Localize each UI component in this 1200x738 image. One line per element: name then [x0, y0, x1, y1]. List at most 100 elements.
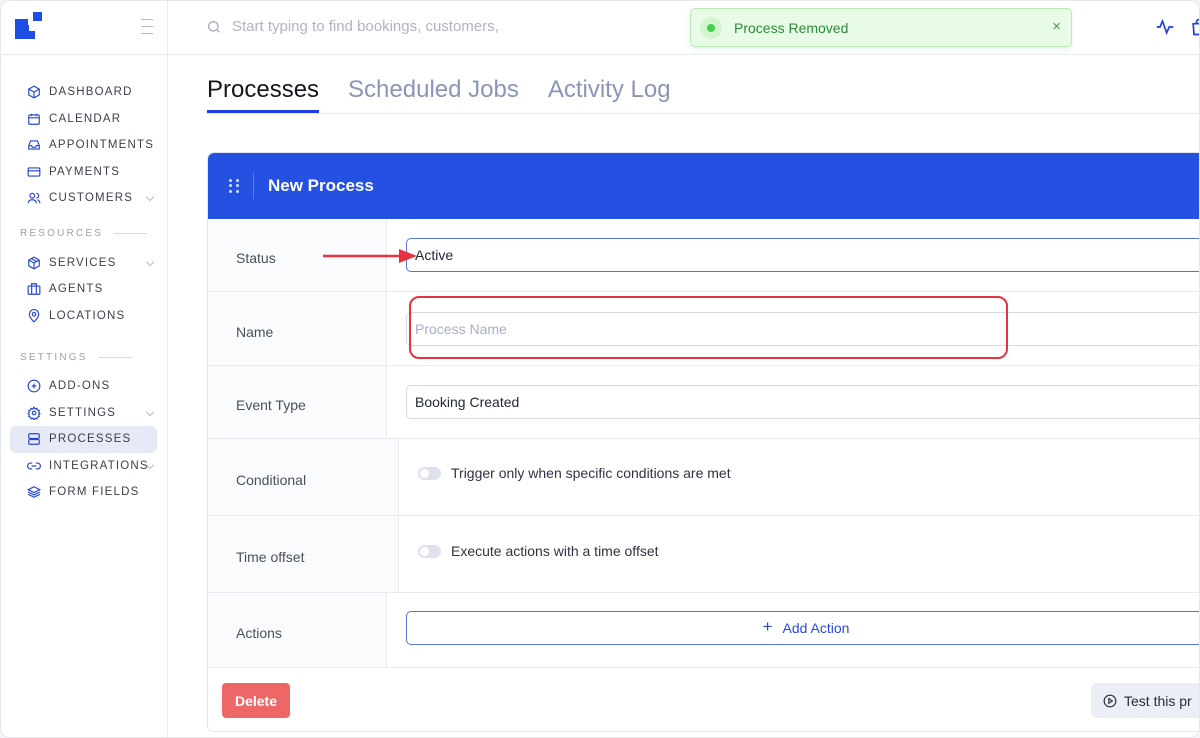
sidebar-item-payments[interactable]: PAYMENTS — [10, 159, 157, 186]
search-input[interactable]: Start typing to find bookings, customers… — [206, 18, 499, 35]
sidebar-item-label: APPOINTMENTS — [49, 139, 155, 152]
sidebar-item-services[interactable]: SERVICES — [10, 250, 157, 277]
tab-processes[interactable]: Processes — [207, 76, 320, 113]
drag-handle-icon[interactable] — [229, 179, 239, 193]
calendar-icon — [27, 112, 41, 126]
name-row: Name Process Name — [208, 292, 1199, 366]
activity-icon[interactable] — [1155, 17, 1175, 37]
process-card: New Process Status Active Name Process N… — [207, 152, 1199, 732]
sidebar-item-settings[interactable]: SETTINGS — [10, 400, 157, 427]
sidebar-item-form-fields[interactable]: FORM FIELDS — [10, 479, 157, 506]
process-card-header: New Process — [208, 153, 1199, 219]
sidebar-item-agents[interactable]: AGENTS — [10, 276, 157, 303]
conditional-label: Conditional — [208, 439, 399, 515]
hamburger-icon[interactable] — [141, 19, 153, 37]
sidebar-item-label: DASHBOARD — [49, 86, 133, 99]
map-pin-icon — [27, 308, 41, 323]
search-placeholder: Start typing to find bookings, customers… — [232, 18, 499, 35]
app-logo[interactable] — [15, 12, 43, 40]
sidebar-item-add-ons[interactable]: ADD-ONS — [10, 373, 157, 400]
briefcase-icon — [27, 282, 41, 296]
plus-circle-icon — [27, 379, 41, 393]
success-indicator — [700, 16, 722, 39]
time-offset-toggle-label: Execute actions with a time offset — [451, 543, 659, 559]
sidebar-header — [1, 1, 167, 55]
sidebar-item-label: AGENTS — [49, 283, 104, 296]
annotation-arrow — [323, 249, 417, 263]
test-process-button[interactable]: Test this pr — [1091, 683, 1199, 718]
section-divider — [113, 233, 148, 234]
sidebar-item-locations[interactable]: LOCATIONS — [10, 303, 157, 330]
sidebar-item-processes[interactable]: PROCESSES — [10, 426, 157, 453]
delete-button[interactable]: Delete — [222, 683, 290, 718]
tab-scheduled-jobs[interactable]: Scheduled Jobs — [348, 76, 519, 113]
event-type-select[interactable]: Booking Created — [406, 385, 1199, 419]
close-icon[interactable]: × — [1052, 18, 1061, 35]
credit-card-icon — [27, 165, 41, 179]
sidebar-item-label: SERVICES — [49, 256, 117, 269]
sidebar-item-dashboard[interactable]: DASHBOARD — [10, 79, 157, 106]
header-divider — [253, 173, 254, 199]
bag-icon[interactable] — [1189, 17, 1199, 37]
sidebar-item-calendar[interactable]: CALENDAR — [10, 106, 157, 133]
name-label: Name — [208, 292, 387, 365]
sidebar-section-settings: SETTINGS — [1, 347, 167, 367]
process-title: New Process — [268, 176, 374, 195]
conditional-toggle-label: Trigger only when specific conditions ar… — [451, 465, 731, 481]
sidebar-item-label: FORM FIELDS — [49, 486, 140, 499]
process-name-input[interactable]: Process Name — [406, 311, 1199, 346]
actions-row: Actions + Add Action — [208, 593, 1199, 668]
status-select[interactable]: Active — [406, 238, 1199, 272]
top-icons — [1155, 17, 1199, 37]
main-content: Processes Scheduled Jobs Activity Log Ne… — [168, 56, 1199, 737]
cube-icon — [27, 85, 41, 99]
toast-notification: Process Removed × — [690, 8, 1072, 47]
sidebar-nav: DASHBOARD CALENDAR APPOINTMENTS PAYMENTS… — [1, 55, 167, 506]
sidebar-item-label: CALENDAR — [49, 112, 122, 125]
conditional-row: Conditional Trigger only when specific c… — [208, 439, 1199, 516]
event-type-row: Event Type Booking Created — [208, 366, 1199, 439]
search-icon — [206, 19, 222, 35]
tab-bar: Processes Scheduled Jobs Activity Log — [207, 76, 700, 113]
section-title: RESOURCES — [20, 228, 104, 239]
sidebar-item-label: INTEGRATIONS — [49, 459, 149, 472]
section-title: SETTINGS — [20, 351, 88, 363]
box-icon — [27, 256, 41, 270]
tab-activity-log[interactable]: Activity Log — [548, 76, 671, 113]
sidebar-item-label: SETTINGS — [49, 406, 117, 419]
plus-icon: + — [762, 616, 773, 636]
sidebar-item-label: CUSTOMERS — [49, 192, 134, 205]
sidebar-item-integrations[interactable]: INTEGRATIONS — [10, 453, 157, 480]
time-offset-row: Time offset Execute actions with a time … — [208, 516, 1199, 593]
actions-label: Actions — [208, 593, 387, 667]
inbox-icon — [27, 138, 41, 152]
top-bar: Start typing to find bookings, customers… — [168, 1, 1199, 55]
users-icon — [27, 191, 41, 205]
test-process-label: Test this pr — [1124, 692, 1192, 709]
sidebar: DASHBOARD CALENDAR APPOINTMENTS PAYMENTS… — [1, 1, 168, 737]
sidebar-section-resources: RESOURCES — [1, 224, 167, 244]
add-action-label: Add Action — [782, 620, 850, 636]
time-offset-label: Time offset — [208, 516, 399, 592]
link-icon — [27, 459, 41, 473]
sidebar-item-appointments[interactable]: APPOINTMENTS — [10, 132, 157, 159]
tabs-divider — [206, 113, 1199, 114]
event-type-label: Event Type — [208, 366, 387, 438]
app-window: DASHBOARD CALENDAR APPOINTMENTS PAYMENTS… — [0, 0, 1200, 738]
section-divider — [97, 356, 132, 358]
chevron-down-icon[interactable] — [145, 407, 155, 416]
sidebar-item-customers[interactable]: CUSTOMERS — [10, 185, 157, 212]
add-action-button[interactable]: + Add Action — [406, 611, 1199, 645]
layers-icon — [27, 485, 41, 499]
sidebar-item-label: PAYMENTS — [49, 165, 121, 178]
conditional-toggle[interactable] — [418, 466, 441, 480]
server-icon — [27, 432, 41, 446]
chevron-down-icon[interactable] — [145, 192, 155, 202]
time-offset-toggle[interactable] — [418, 544, 441, 558]
sidebar-item-label: ADD-ONS — [49, 380, 111, 393]
sidebar-item-label: LOCATIONS — [49, 309, 126, 322]
play-circle-icon — [1103, 694, 1117, 708]
sidebar-item-label: PROCESSES — [49, 433, 132, 446]
chevron-down-icon[interactable] — [145, 257, 155, 266]
gear-icon — [27, 405, 41, 420]
